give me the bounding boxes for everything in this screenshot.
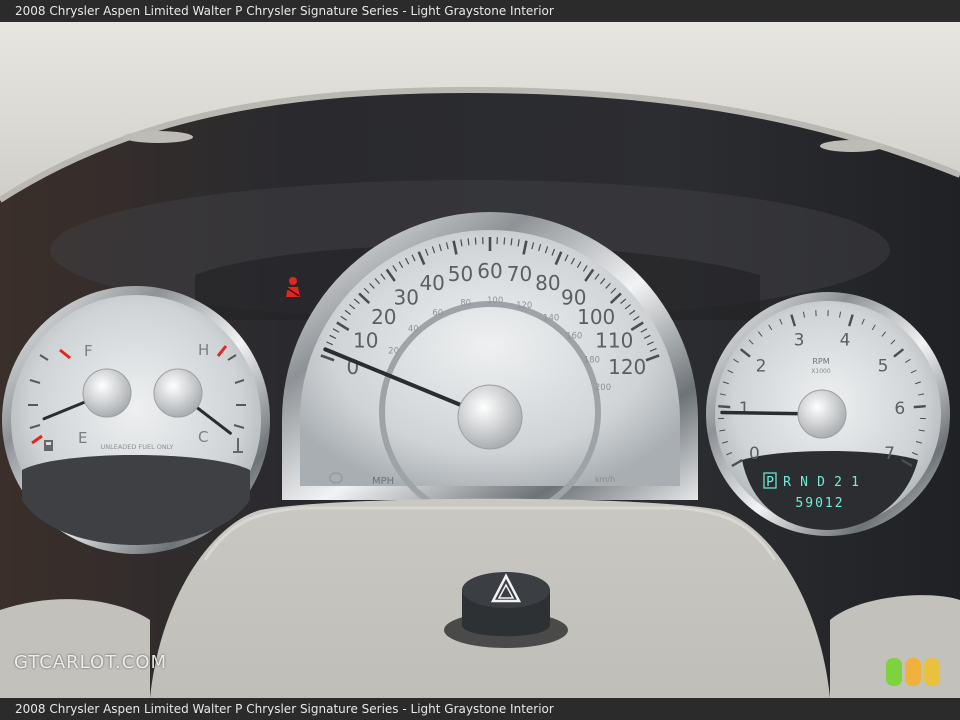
speed-label: 10: [353, 328, 378, 352]
kmh-label: 40: [408, 325, 419, 335]
tach-label: 4: [840, 330, 851, 350]
kmh-label: 20: [388, 347, 399, 357]
speed-tick: [510, 238, 513, 246]
tach-label: 5: [878, 356, 889, 376]
speed-label: 110: [595, 328, 633, 352]
tach-label: 7: [884, 444, 895, 464]
odometer-readout: 59012: [795, 496, 844, 511]
fuel-temp-gauge: UNLEADED FUEL ONLY F E H C: [2, 286, 270, 554]
tach-tick: [718, 405, 731, 409]
caption-top: 2008 Chrysler Aspen Limited Walter P Chr…: [0, 0, 960, 22]
kmh-label: 200: [595, 383, 611, 393]
speed-label: 120: [608, 355, 646, 379]
rpm-unit: RPM: [812, 357, 829, 366]
gear-letter: 2: [834, 475, 842, 490]
kmh-label: 140: [543, 313, 559, 323]
gear-letter: D: [817, 475, 825, 490]
temp-hot-label: H: [198, 341, 209, 359]
kmh-label: 60: [432, 308, 443, 318]
kmh-label: 120: [516, 301, 532, 311]
tachometer: 0123 4567 RPM X1000 PRND21 59012: [706, 292, 950, 536]
fuel-empty-label: E: [78, 429, 87, 447]
tach-label: 6: [894, 399, 905, 419]
kmh-label: 160: [566, 332, 582, 342]
tach-tick: [913, 405, 926, 409]
temp-cold-label: C: [198, 428, 208, 446]
mph-unit: MPH: [372, 476, 394, 487]
fuel-note: UNLEADED FUEL ONLY: [101, 443, 174, 451]
gear-letter: N: [800, 475, 808, 490]
kmh-label: 80: [460, 299, 471, 309]
kmh-label: 180: [584, 355, 600, 365]
caption-bottom: 2008 Chrysler Aspen Limited Walter P Chr…: [0, 698, 960, 720]
speed-label: 40: [419, 271, 444, 295]
gear-letter: R: [783, 475, 791, 490]
tach-label: 2: [756, 356, 767, 376]
speed-label: 30: [394, 285, 419, 309]
kmh-unit: km/h: [595, 475, 615, 484]
dashboard-photo: UNLEADED FUEL ONLY F E H C 0 10 20 30 40…: [0, 22, 960, 698]
tach-label: 1: [739, 399, 750, 419]
speed-tick: [474, 237, 477, 245]
fuel-full-label: F: [84, 342, 93, 360]
rating-dot-green: [886, 658, 902, 686]
gear-letter: 1: [851, 475, 859, 490]
speed-label: 70: [507, 262, 532, 286]
speed-label: 50: [448, 262, 473, 286]
gear-letter: P: [766, 475, 774, 490]
rating-dot-yellow: [924, 658, 940, 686]
speed-label: 60: [477, 259, 502, 283]
tach-label: 0: [749, 444, 760, 464]
kmh-label: 100: [487, 296, 503, 306]
rating-dot-orange: [905, 658, 921, 686]
speed-label: 80: [535, 271, 560, 295]
speed-tick: [467, 238, 470, 246]
rpm-multiplier: X1000: [811, 368, 831, 375]
watermark-logo: GTCARLOT.COM: [14, 652, 168, 673]
speed-label: 100: [577, 305, 615, 329]
tach-label: 3: [794, 330, 805, 350]
speed-tick: [503, 237, 506, 245]
fuel-pump-icon: [44, 440, 53, 451]
